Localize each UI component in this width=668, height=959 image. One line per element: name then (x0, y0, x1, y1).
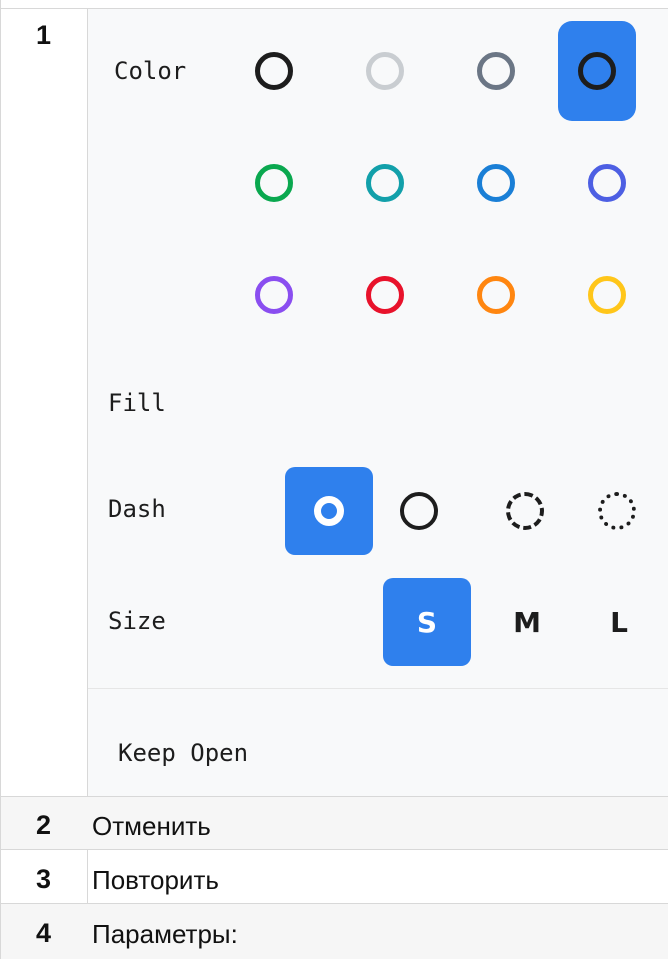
undo-item[interactable]: Отменить (92, 811, 211, 842)
dotted-circle-icon (598, 492, 636, 530)
circle-icon (366, 276, 404, 314)
dash-dashed-button[interactable] (481, 467, 569, 555)
color-swatch-green[interactable] (236, 145, 312, 221)
dash-solid-button[interactable] (375, 467, 463, 555)
row-number-1: 1 (35, 20, 52, 50)
keep-open-label[interactable]: Keep Open (118, 739, 248, 767)
color-swatch-red[interactable] (347, 257, 423, 333)
circle-icon (366, 164, 404, 202)
color-swatch-violet[interactable] (236, 257, 312, 333)
circle-icon (255, 276, 293, 314)
dash-draw-button[interactable] (285, 467, 373, 555)
parameters-item[interactable]: Параметры: (92, 919, 238, 950)
style-panel: Color Fill Dash Size S M L Keep Open (88, 9, 668, 796)
circle-icon (477, 164, 515, 202)
color-swatch-yellow[interactable] (569, 257, 645, 333)
color-swatch-blue[interactable] (458, 145, 534, 221)
circle-icon (588, 164, 626, 202)
panel-divider (88, 688, 668, 689)
draw-circle-icon (314, 496, 344, 526)
row-number-4: 4 (35, 918, 52, 948)
color-swatch-indigo[interactable] (569, 145, 645, 221)
fill-label[interactable]: Fill (108, 389, 166, 417)
row-number-2: 2 (35, 810, 52, 840)
color-swatch-grey-light[interactable] (347, 33, 423, 109)
size-large-button[interactable]: L (575, 578, 663, 666)
size-small-button[interactable]: S (383, 578, 471, 666)
solid-circle-icon (400, 492, 438, 530)
color-swatch-selected[interactable] (558, 21, 636, 121)
circle-icon (578, 52, 616, 90)
dashed-circle-icon (506, 492, 544, 530)
size-label: Size (108, 607, 166, 635)
circle-icon (588, 276, 626, 314)
row-divider (0, 849, 668, 850)
table: 1 Color Fill Dash Size S M L Keep Open 2… (0, 0, 668, 959)
color-swatch-orange[interactable] (458, 257, 534, 333)
size-medium-button[interactable]: M (483, 578, 571, 666)
circle-icon (477, 276, 515, 314)
circle-icon (366, 52, 404, 90)
color-label: Color (114, 57, 187, 85)
dash-dotted-button[interactable] (573, 467, 661, 555)
redo-item[interactable]: Повторить (92, 865, 219, 896)
circle-icon (255, 164, 293, 202)
color-swatch-black[interactable] (236, 33, 312, 109)
color-swatch-teal[interactable] (347, 145, 423, 221)
circle-icon (255, 52, 293, 90)
color-swatch-grey[interactable] (458, 33, 534, 109)
circle-icon (477, 52, 515, 90)
dash-label: Dash (108, 495, 166, 523)
row-number-3: 3 (35, 864, 52, 894)
